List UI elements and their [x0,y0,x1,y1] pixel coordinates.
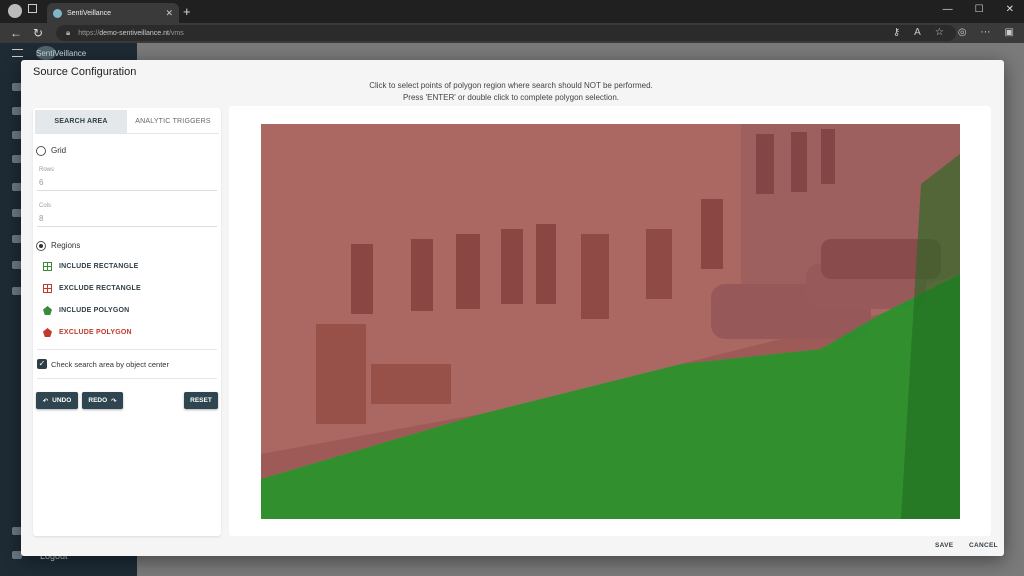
sidebar-toggle-icon[interactable]: ▣ [1005,27,1014,38]
instruction-line-1: Click to select points of polygon region… [369,81,653,90]
check-by-center-label: Check search area by object center [51,360,169,369]
exclude-polygon-label: EXCLUDE POLYGON [59,329,132,336]
redo-icon: ↷ [111,397,117,405]
tab-actions-icon[interactable] [28,4,37,13]
read-aloud-icon[interactable]: A [914,27,921,38]
grid-radio-label: Grid [51,146,67,155]
more-menu-icon[interactable]: ⋯ [981,27,991,38]
url-scheme: https:// [78,29,100,37]
exclude-polygon-button[interactable]: EXCLUDE POLYGON [43,328,132,337]
browser-tab[interactable]: SentiVeillance ✕ [47,3,179,23]
redo-button[interactable]: REDO ↷ [82,392,123,409]
cancel-button[interactable]: CANCEL [969,542,998,549]
exclude-rectangle-button[interactable]: EXCLUDE RECTANGLE [43,284,141,293]
redo-label: REDO [88,397,108,404]
reset-button[interactable]: RESET [184,392,218,409]
check-by-center-checkbox[interactable]: ✓ [37,359,47,369]
tab-analytic-triggers[interactable]: ANALYTIC TRIGGERS [127,110,219,133]
key-icon[interactable]: ⚷ [893,27,900,38]
camera-scene-image[interactable] [261,124,960,519]
include-polygon-button[interactable]: INCLUDE POLYGON [43,306,129,315]
url-host: demo-sentiveillance.nt [99,29,169,37]
cols-field-label: Cols [39,203,52,209]
undo-icon: ↶ [42,397,49,405]
exclude-rectangle-label: EXCLUDE RECTANGLE [59,285,141,292]
app-brand: SentiVeillance [36,49,87,58]
search-area-panel: SEARCH AREA ANALYTIC TRIGGERS Grid Rows … [33,108,221,536]
exclude-rectangle-icon [43,284,52,293]
cols-field[interactable]: 8 [39,214,43,223]
maximize-icon[interactable]: ☐ [975,4,984,15]
rows-field[interactable]: 6 [39,178,43,187]
tab-search-area[interactable]: SEARCH AREA [35,110,127,133]
url-input[interactable]: 🔒︎ https:// demo-sentiveillance.nt /vms [56,25,956,41]
back-icon[interactable]: ← [10,26,22,40]
dialog-title: Source Configuration [33,66,137,78]
lock-icon: 🔒︎ [66,28,71,37]
camera-preview-panel [229,106,991,536]
browser-tab-bar: SentiVeillance ✕ + — ☐ ✕ [0,0,1024,23]
instruction-line-2: Press 'ENTER' or double click to complet… [402,93,620,102]
close-window-icon[interactable]: ✕ [1006,4,1014,15]
close-tab-icon[interactable]: ✕ [165,8,173,19]
cols-field-underline [37,226,217,227]
new-tab-icon[interactable]: + [183,4,191,19]
include-rectangle-icon [43,262,52,271]
camera-frame[interactable] [261,124,960,519]
profile-avatar-icon[interactable] [8,4,22,18]
divider [37,378,217,379]
regions-radio-label: Regions [51,241,81,250]
include-rectangle-button[interactable]: INCLUDE RECTANGLE [43,262,139,271]
address-bar: ← ↻ 🔒︎ https:// demo-sentiveillance.nt /… [0,23,1024,43]
extensions-icon[interactable]: ◎ [958,27,967,38]
undo-label: UNDO [52,397,72,404]
config-tabs: SEARCH AREA ANALYTIC TRIGGERS [35,110,219,134]
minimize-icon[interactable]: — [943,4,953,15]
source-configuration-dialog: Source Configuration Click to select poi… [21,60,1004,556]
grid-radio[interactable] [36,146,46,156]
url-path: /vms [168,29,184,37]
rows-field-label: Rows [39,167,55,173]
divider [37,349,217,350]
save-button[interactable]: SAVE [935,542,953,549]
include-polygon-label: INCLUDE POLYGON [59,307,130,314]
reload-icon[interactable]: ↻ [33,26,43,40]
site-favicon-icon [53,8,62,18]
include-rectangle-label: INCLUDE RECTANGLE [59,263,139,270]
rows-field-underline [37,190,217,191]
exclude-polygon-icon [43,328,52,337]
undo-button[interactable]: ↶ UNDO [36,392,78,409]
hamburger-menu-icon[interactable] [12,49,23,57]
instruction-text: Click to select points of polygon region… [251,80,771,104]
include-polygon-icon [43,306,52,315]
browser-tab-title: SentiVeillance [67,9,111,17]
favorite-star-icon[interactable]: ☆ [935,27,944,38]
regions-radio[interactable] [36,241,46,251]
